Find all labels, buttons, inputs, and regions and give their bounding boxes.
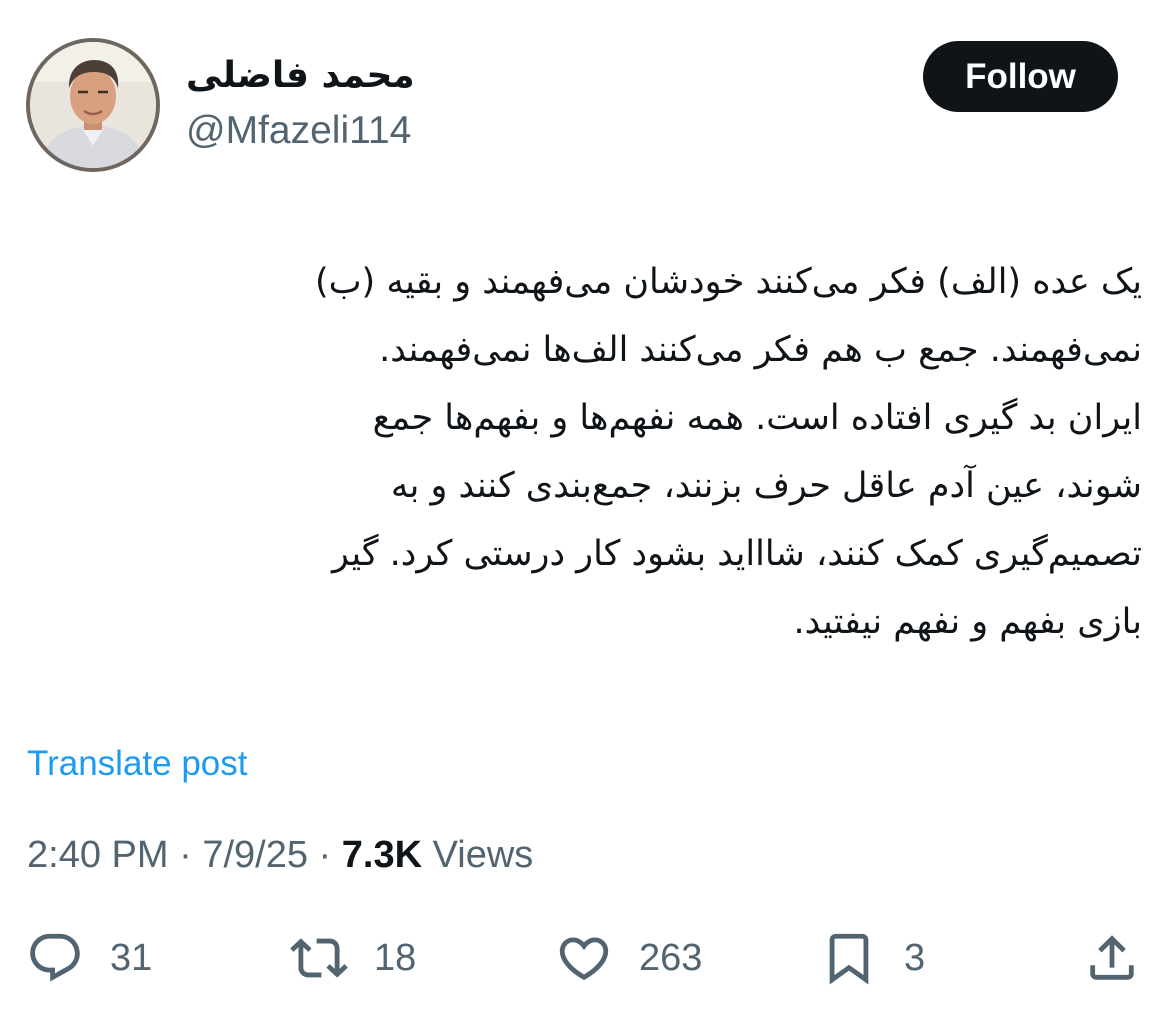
tweet-text: یک عده (الف) فکر می‌کنند خودشان می‌فهمند… [24,248,1142,656]
bookmark-count: 3 [904,936,926,979]
share-button[interactable] [1083,928,1141,988]
like-count: 263 [639,936,703,979]
repost-count: 18 [374,936,417,979]
bookmark-button[interactable]: 3 [820,928,925,988]
reply-button[interactable]: 31 [26,928,152,988]
reply-count: 31 [110,936,153,979]
post-time[interactable]: 2:40 PM [27,834,169,876]
post-metadata: 2:40 PM · 7/9/25 · 7.3K Views [27,832,533,878]
display-name[interactable]: محمد فاضلی [186,52,415,100]
views-count[interactable]: 7.3K [342,834,422,876]
follow-button[interactable]: Follow [923,41,1118,112]
views-label[interactable]: Views [422,834,534,876]
tweet-text-line: بازی بفهم و نفهم نیفتید. [793,602,1142,642]
avatar[interactable] [26,38,160,172]
tweet-text-line: یک عده (الف) فکر می‌کنند خودشان می‌فهمند… [314,262,1142,302]
meta-separator: · [307,834,342,876]
reply-icon [30,933,80,982]
translate-post-link[interactable]: Translate post [27,742,247,786]
tweet-text-line: تصمیم‌گیری کمک کنند، شاااید بشود کار درس… [332,534,1142,574]
share-icon [1090,935,1134,980]
post-date[interactable]: 7/9/25 [202,834,308,876]
user-handle[interactable]: @Mfazeli114 [186,107,411,155]
avatar-photo [30,42,156,168]
bookmark-icon [829,933,869,985]
tweet-text-line: نمی‌فهمند. جمع ب هم فکر می‌کنند الف‌ها ن… [379,330,1142,370]
tweet-text-line: شوند، عین آدم عاقل حرف بزنند، جمع‌بندی ک… [390,466,1142,506]
repost-icon [290,938,348,978]
meta-separator: · [168,834,203,876]
like-button[interactable]: 263 [555,928,702,988]
heart-icon [559,937,609,981]
tweet-text-line: ایران بد گیری افتاده است. همه نفهم‌ها و … [372,398,1142,438]
repost-button[interactable]: 18 [290,928,416,988]
